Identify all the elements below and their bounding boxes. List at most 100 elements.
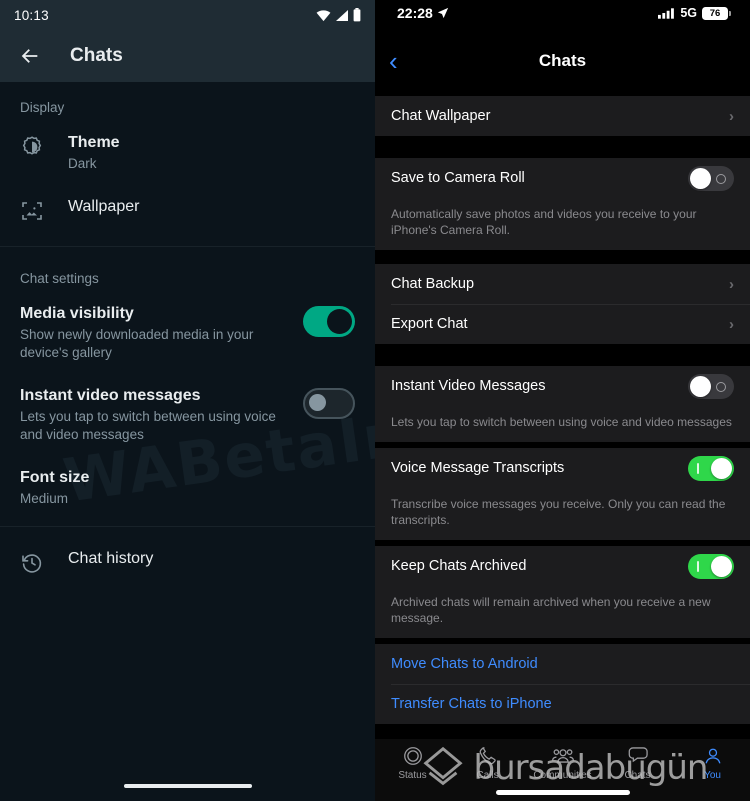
ios-row-label: Voice Message Transcripts [391, 460, 565, 476]
cellular-signal-icon [336, 9, 348, 21]
ios-group-wallpaper: Chat Wallpaper › [375, 96, 750, 136]
android-row-theme[interactable]: Theme Dark [0, 121, 375, 185]
ios-status-time-group: 22:28 [397, 5, 449, 21]
wifi-icon [316, 9, 331, 21]
android-row-sublabel: Lets you tap to switch between using voi… [20, 409, 276, 442]
ios-row-instant-video-messages[interactable]: Instant Video Messages [375, 366, 750, 406]
ios-group-camera-roll: Save to Camera Roll Automatically save p… [375, 158, 750, 250]
ios-tab-label: You [704, 770, 721, 781]
ios-nav-bar: ‹ Chats [375, 26, 750, 96]
ios-row-transfer-chats-to-iphone[interactable]: Transfer Chats to iPhone [375, 684, 750, 724]
ios-tab-label: Chats [624, 770, 651, 781]
chats-bubbles-icon [628, 747, 648, 763]
android-page-title: Chats [70, 45, 123, 66]
ios-tab-you[interactable]: You [675, 745, 750, 781]
ios-row-label: Keep Chats Archived [391, 558, 527, 574]
battery-icon [353, 8, 361, 22]
ios-toggle-save-to-camera-roll[interactable] [688, 165, 734, 191]
ios-row-label: Save to Camera Roll [391, 170, 525, 186]
chevron-left-icon[interactable]: ‹ [389, 48, 398, 74]
android-divider [0, 526, 375, 527]
back-arrow-icon[interactable] [16, 42, 44, 70]
ios-settings-body: WABetaInfo Chat Wallpaper › Save to Came… [375, 96, 750, 739]
android-row-label: Wallpaper [68, 198, 140, 215]
ios-row-move-chats-to-android[interactable]: Move Chats to Android [375, 644, 750, 684]
ios-status-time: 22:28 [397, 5, 433, 21]
android-section-header-chat-settings: Chat settings [20, 271, 99, 286]
ios-group-footer: Lets you tap to switch between using voi… [375, 406, 750, 442]
ios-tab-label: Communities [533, 770, 592, 781]
ios-tab-label: Calls [476, 770, 499, 781]
android-row-sublabel: Show newly downloaded media in your devi… [20, 327, 254, 360]
ios-tab-communities[interactable]: Communities [525, 745, 600, 781]
ios-group-keep-archived: Keep Chats Archived Archived chats will … [375, 546, 750, 638]
ios-phone-pane: 22:28 5G 76 ‹ Chats WABetaInfo Chat [375, 0, 750, 801]
communities-icon [551, 749, 574, 763]
ios-group-transfer: Move Chats to Android Transfer Chats to … [375, 644, 750, 724]
ios-page-title: Chats [538, 51, 587, 70]
android-app-bar: Chats [0, 30, 375, 82]
wallpaper-icon [20, 197, 46, 228]
ios-group-gap [375, 724, 750, 739]
phone-icon [479, 747, 496, 765]
cellular-bars-icon [658, 7, 675, 19]
ios-group-footer: Transcribe voice messages you receive. O… [375, 488, 750, 540]
theme-contrast-icon [20, 133, 46, 164]
ios-group-gap [375, 344, 750, 366]
android-status-time: 10:13 [14, 7, 49, 23]
android-row-font-size[interactable]: Font size Medium [0, 456, 375, 520]
ios-group-gap [375, 250, 750, 264]
ios-tab-bar: Status Calls Communities Chats You bursa… [375, 739, 750, 801]
ios-row-export-chat[interactable]: Export Chat › [375, 304, 750, 344]
android-home-gesture-pill[interactable] [123, 783, 252, 788]
ios-tab-chats[interactable]: Chats [600, 745, 675, 781]
battery-icon: 76 [702, 6, 731, 20]
ios-row-label: Export Chat [391, 316, 468, 332]
android-status-bar: 10:13 [0, 0, 375, 30]
ios-row-label: Chat Backup [391, 276, 475, 292]
ios-row-voice-message-transcripts[interactable]: Voice Message Transcripts [375, 448, 750, 488]
ios-tab-label: Status [398, 770, 427, 781]
ios-network-type: 5G [680, 6, 697, 20]
android-row-label: Theme [68, 134, 120, 151]
ios-row-label: Move Chats to Android [391, 656, 538, 672]
android-row-label: Chat history [68, 550, 154, 567]
android-toggle-instant-video-messages[interactable] [303, 388, 355, 419]
ios-toggle-keep-chats-archived[interactable] [688, 553, 734, 579]
android-row-media-visibility[interactable]: Media visibility Show newly downloaded m… [0, 292, 375, 374]
chevron-right-icon: › [729, 275, 734, 293]
ios-group-backup: Chat Backup › Export Chat › [375, 264, 750, 344]
android-row-label: Font size [20, 469, 90, 486]
ios-toggle-voice-message-transcripts[interactable] [688, 455, 734, 481]
ios-group-gap [375, 136, 750, 158]
android-row-instant-video-messages[interactable]: Instant video messages Lets you tap to s… [0, 374, 375, 456]
location-arrow-icon [437, 7, 448, 19]
ios-toggle-instant-video-messages[interactable] [688, 373, 734, 399]
android-navigation-bar [0, 770, 375, 801]
ios-group-voice-transcripts: Voice Message Transcripts Transcribe voi… [375, 448, 750, 540]
ios-row-save-to-camera-roll[interactable]: Save to Camera Roll [375, 158, 750, 198]
android-settings-body: WABetaInfo Display Theme Dark Wallpaper … [0, 82, 375, 770]
ios-tab-calls[interactable]: Calls [450, 745, 525, 781]
ios-tab-status[interactable]: Status [375, 745, 450, 781]
android-row-label: Instant video messages [20, 387, 201, 404]
android-section-header-display: Display [20, 100, 65, 115]
ios-row-keep-chats-archived[interactable]: Keep Chats Archived [375, 546, 750, 586]
android-status-icons [316, 8, 361, 22]
ios-row-chat-backup[interactable]: Chat Backup › [375, 264, 750, 304]
android-row-wallpaper[interactable]: Wallpaper [0, 185, 375, 240]
chevron-right-icon: › [729, 107, 734, 125]
ios-home-indicator[interactable] [495, 790, 630, 795]
ios-battery-percent: 76 [709, 7, 721, 19]
android-toggle-media-visibility[interactable] [303, 306, 355, 337]
chevron-right-icon: › [729, 315, 734, 333]
android-row-sublabel: Dark [68, 156, 97, 171]
android-row-label: Media visibility [20, 305, 134, 322]
ios-status-icons: 5G 76 [658, 6, 731, 20]
status-rings-icon [403, 747, 422, 765]
android-divider [0, 246, 375, 247]
ios-row-label: Transfer Chats to iPhone [391, 696, 552, 712]
ios-row-chat-wallpaper[interactable]: Chat Wallpaper › [375, 96, 750, 136]
android-row-chat-history[interactable]: Chat history [0, 533, 375, 592]
profile-icon [705, 748, 720, 764]
